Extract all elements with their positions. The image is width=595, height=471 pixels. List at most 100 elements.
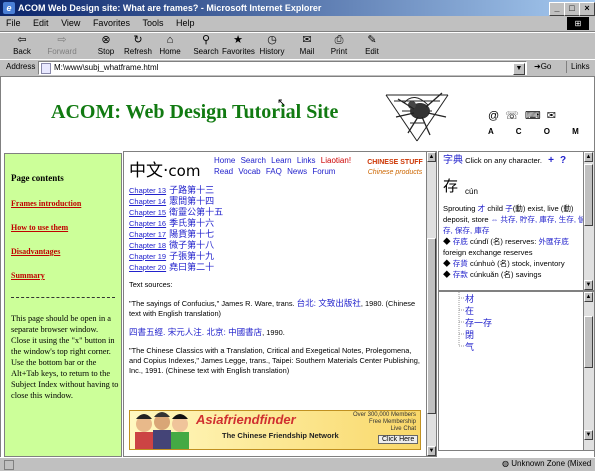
- go-button[interactable]: ➜Go: [534, 62, 551, 71]
- menu-favorites[interactable]: Favorites: [93, 18, 130, 28]
- close-button[interactable]: ×: [579, 2, 595, 16]
- scroll-thumb[interactable]: [584, 164, 593, 226]
- menu-help[interactable]: Help: [176, 18, 195, 28]
- nav-faq[interactable]: FAQ: [266, 167, 282, 176]
- chapter-link[interactable]: Chapter 14: [129, 197, 166, 206]
- nav-search[interactable]: Search: [241, 156, 266, 165]
- links-button[interactable]: Links: [566, 61, 590, 73]
- menu-edit[interactable]: Edit: [33, 18, 49, 28]
- text-sources: Text sources: "The sayings of Confucius,…: [129, 280, 421, 384]
- ie-icon: e: [3, 2, 15, 14]
- nav-news[interactable]: News: [287, 167, 307, 176]
- list-item: Chapter 17 陽貨第十七: [129, 229, 223, 240]
- zoom-in-button[interactable]: +: [548, 155, 554, 166]
- middle-scrollbar[interactable]: ▲ ▼: [426, 152, 436, 456]
- dict-entry[interactable]: ◆ 存底 cúndǐ (名) reserves: 外匯存底 foreign ex…: [443, 236, 586, 258]
- scroll-down-icon[interactable]: ▼: [427, 446, 436, 456]
- toolbar: ⇦ Back ⇨ Forward ⊗ Stop ↻ Refresh ⌂ Home ⚲ Sea…: [0, 32, 595, 60]
- address-label: Address: [6, 62, 36, 71]
- nav-links[interactable]: Links: [297, 156, 316, 165]
- mail-button[interactable]: ✉ Mail: [291, 34, 323, 56]
- page-status-icon: [4, 460, 14, 470]
- refresh-button[interactable]: ↻ Refresh: [122, 34, 154, 56]
- menu-tools[interactable]: Tools: [142, 18, 163, 28]
- related-char[interactable]: 气: [465, 340, 474, 353]
- scroll-down-icon[interactable]: ▼: [584, 430, 593, 440]
- chapter-title[interactable]: 衛靈公第十五: [169, 207, 223, 217]
- back-button[interactable]: ⇦ Back: [6, 34, 38, 56]
- nav-learn[interactable]: Learn: [271, 156, 291, 165]
- selected-pinyin: cún: [465, 187, 478, 196]
- menu-view[interactable]: View: [61, 18, 80, 28]
- ad-details: Over 300,000 Members Free Membership Live …: [352, 412, 416, 432]
- windows-logo-icon: ⊞: [567, 17, 589, 30]
- search-button[interactable]: ⚲ Search: [190, 34, 222, 56]
- address-dropdown-icon[interactable]: ▼: [513, 63, 525, 75]
- scroll-thumb[interactable]: [427, 238, 436, 414]
- globe-icon: ◍: [502, 459, 509, 468]
- chapter-link[interactable]: Chapter 18: [129, 241, 166, 250]
- chapter-link[interactable]: Chapter 20: [129, 263, 166, 272]
- scroll-thumb[interactable]: [584, 316, 593, 368]
- link-how-to-use-them[interactable]: How to use them: [11, 223, 68, 232]
- print-button[interactable]: ⎙ Print: [323, 34, 355, 56]
- dict-entry[interactable]: ◆ 存款 cúnkuǎn (名) savings: [443, 269, 586, 280]
- chapter-title[interactable]: 憲問第十四: [169, 196, 214, 206]
- list-item: Chapter 18 微子第十八: [129, 240, 223, 251]
- related-characters-frame: 材 在 存一存 閉 气 ▲ ▼: [438, 291, 594, 451]
- chapter-link[interactable]: Chapter 13: [129, 186, 166, 195]
- ad-click-here-button[interactable]: Click Here: [378, 435, 419, 444]
- stop-icon: ⊗: [101, 34, 111, 46]
- maximize-button[interactable]: □: [564, 2, 580, 16]
- list-item: Chapter 13 子路第十三: [129, 185, 223, 196]
- minimize-button[interactable]: _: [549, 2, 565, 16]
- nav-forum[interactable]: Forum: [312, 167, 335, 176]
- edit-button[interactable]: ✎ Edit: [356, 34, 388, 56]
- address-input[interactable]: M:\www\subj_whatframe.html ▼: [38, 61, 527, 75]
- ad-people-image: [135, 412, 189, 449]
- stop-button[interactable]: ⊗ Stop: [90, 34, 122, 56]
- selected-character: 存: [443, 178, 459, 195]
- security-zone: ◍ Unknown Zone (Mixed: [502, 459, 592, 468]
- related-scrollbar[interactable]: ▲ ▼: [583, 292, 594, 450]
- link-frames-introduction[interactable]: Frames introduction: [11, 199, 81, 208]
- chapter-title[interactable]: 陽貨第十七: [169, 229, 214, 239]
- zhongwen-logo[interactable]: 中文·com: [129, 156, 200, 181]
- chapter-title[interactable]: 堯曰第二十: [169, 262, 214, 272]
- scroll-down-icon[interactable]: ▼: [584, 280, 593, 290]
- dict-entry[interactable]: ◆ 存貨 cúnhuò (名) stock, inventory: [443, 258, 586, 269]
- chapter-link[interactable]: Chapter 17: [129, 230, 166, 239]
- history-button[interactable]: ◷ History: [256, 34, 288, 56]
- back-arrow-icon: ⇦: [17, 34, 27, 46]
- chapter-title[interactable]: 季氏第十六: [169, 218, 214, 228]
- scroll-up-icon[interactable]: ▲: [427, 152, 436, 162]
- dictionary-scrollbar[interactable]: ▲ ▼: [583, 152, 594, 290]
- favorites-button[interactable]: ★ Favorites: [222, 34, 255, 56]
- refresh-icon: ↻: [133, 34, 143, 46]
- nav-liaotian[interactable]: Liaotian!: [321, 156, 351, 165]
- banner-frame: ACOM: Web Design Tutorial Site ↖ @☏⌨✉ A …: [1, 77, 594, 151]
- scroll-up-icon[interactable]: ▲: [584, 152, 593, 162]
- chapter-link[interactable]: Chapter 19: [129, 252, 166, 261]
- chapter-title[interactable]: 子路第十三: [169, 185, 214, 195]
- page-icon: [41, 63, 51, 74]
- nav-home[interactable]: Home: [214, 156, 235, 165]
- nav-vocab[interactable]: Vocab: [238, 167, 260, 176]
- chapter-title[interactable]: 微子第十八: [169, 240, 214, 250]
- character-definition: Sprouting 才 child 子(動) exist, live (動) d…: [443, 204, 586, 280]
- chapter-link[interactable]: Chapter 15: [129, 208, 166, 217]
- asiafriendfinder-ad[interactable]: Asiafriendfinder The Chinese Friendship …: [129, 410, 421, 450]
- home-button[interactable]: ⌂ Home: [154, 34, 186, 56]
- help-button[interactable]: ?: [560, 155, 566, 166]
- menu-file[interactable]: File: [6, 18, 21, 28]
- chapter-title[interactable]: 子張第十九: [169, 251, 214, 261]
- scroll-up-icon[interactable]: ▲: [584, 292, 593, 302]
- link-summary[interactable]: Summary: [11, 271, 45, 280]
- chapter-link[interactable]: Chapter 16: [129, 219, 166, 228]
- nav-read[interactable]: Read: [214, 167, 233, 176]
- forward-button[interactable]: ⇨ Forward: [46, 34, 78, 56]
- chinese-products-banner[interactable]: CHINESE STUFF Chinese products: [367, 158, 423, 178]
- instructions-note: This page should be open in a separate b…: [11, 314, 119, 400]
- link-disadvantages[interactable]: Disadvantages: [11, 247, 60, 256]
- dictionary-header: 字典 Click on any character. + ?: [443, 155, 566, 166]
